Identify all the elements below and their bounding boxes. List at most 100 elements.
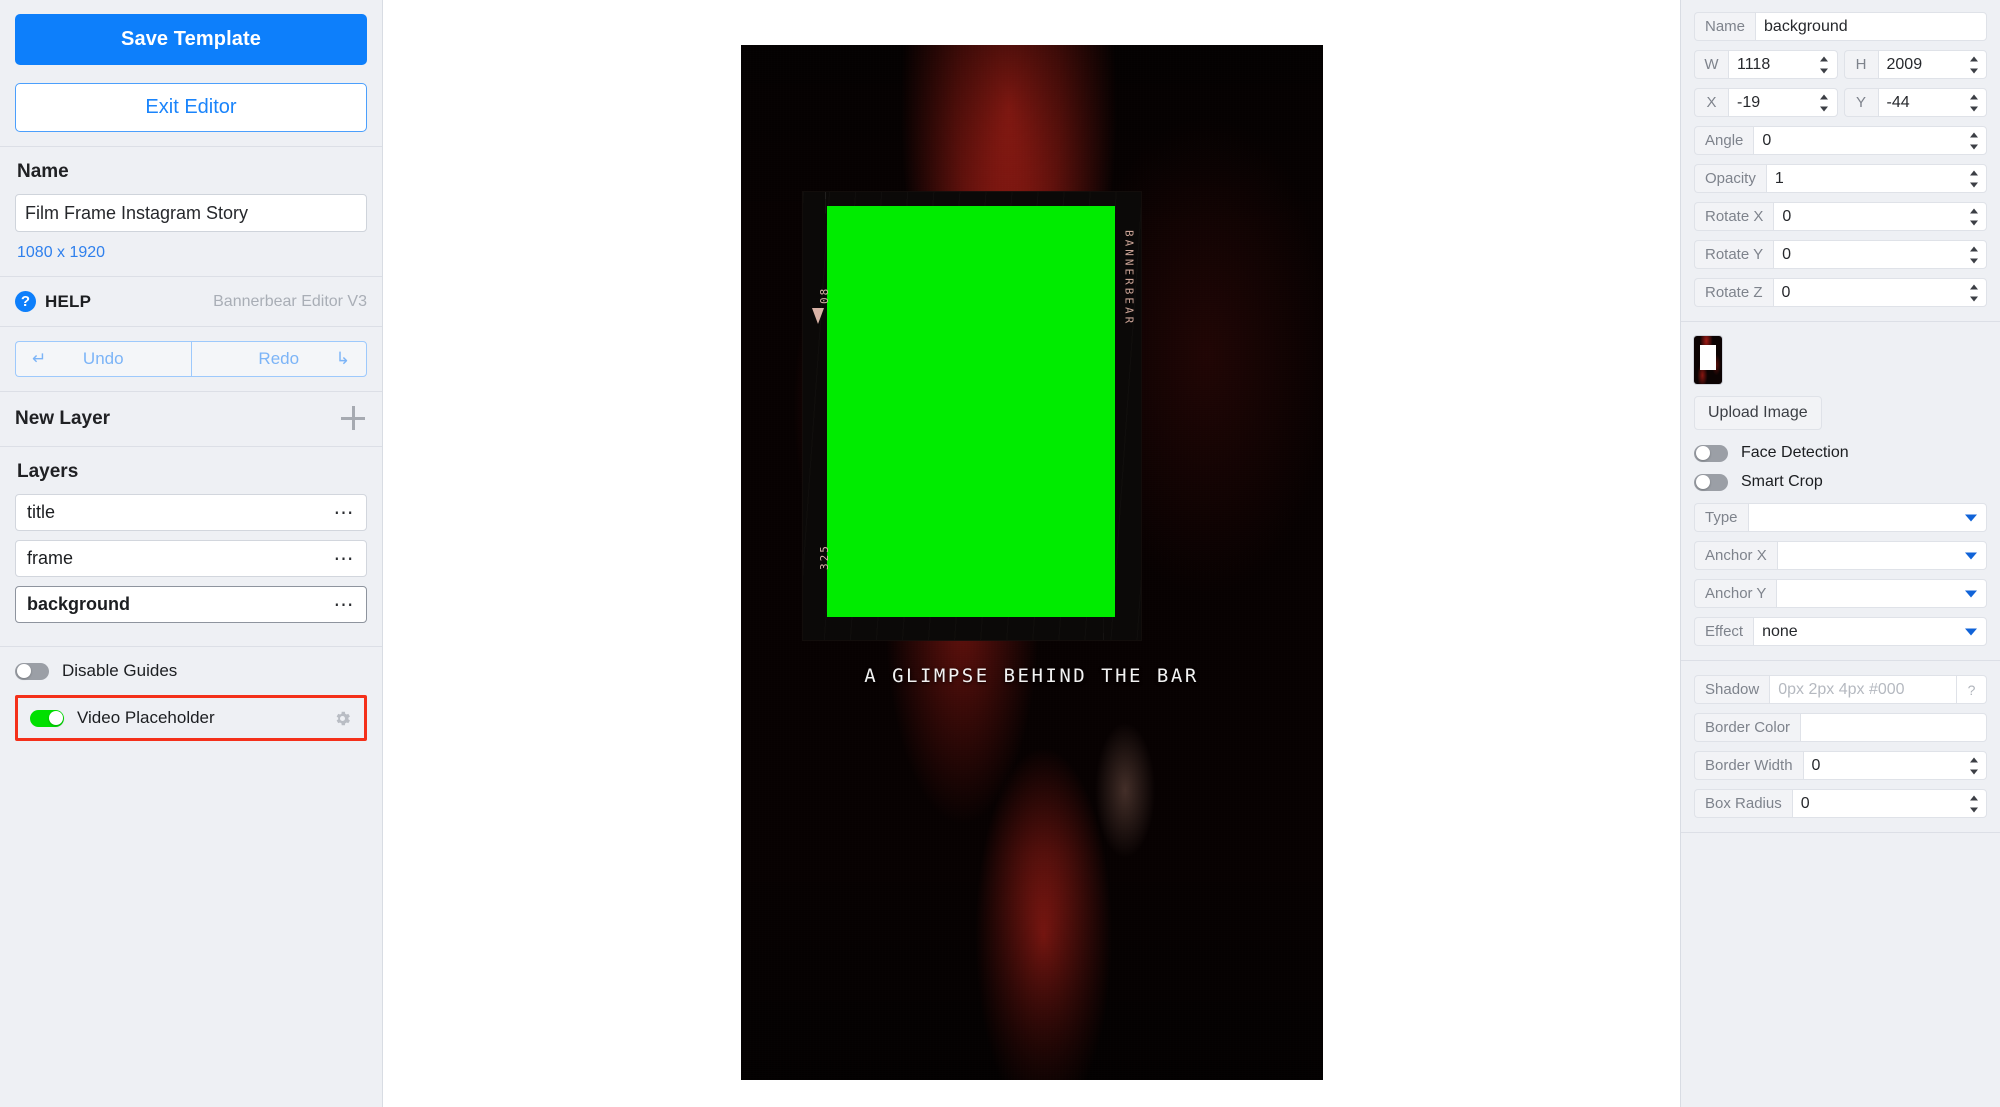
width-input[interactable]: 1118: [1728, 50, 1838, 79]
shadow-label: Shadow: [1694, 675, 1770, 704]
frame-layer[interactable]: 08 325 BANNERBEAR: [802, 192, 1141, 640]
chevron-down-icon[interactable]: [1965, 514, 1977, 521]
effect-select[interactable]: none: [1753, 617, 1987, 646]
video-placeholder-highlight: Video Placeholder: [15, 695, 367, 741]
video-placeholder-fill[interactable]: [826, 206, 1115, 617]
width-label: W: [1694, 50, 1728, 79]
help-question-icon: ?: [15, 291, 36, 312]
width-stepper[interactable]: [1819, 56, 1830, 73]
border-width-stepper[interactable]: [1968, 757, 1979, 774]
box-radius-input[interactable]: 0: [1791, 789, 1987, 818]
canvas-area[interactable]: 08 325 BANNERBEAR A GLIMPSE BEHIND THE B…: [383, 0, 1680, 1107]
chevron-down-icon[interactable]: [1965, 552, 1977, 559]
actions-section: Save Template Exit Editor: [0, 0, 382, 147]
video-placeholder-toggle[interactable]: [30, 709, 64, 727]
anchor-x-property-row: Anchor X: [1694, 541, 1987, 570]
undo-arrow-icon: ↵: [32, 349, 47, 368]
title-layer-caption[interactable]: A GLIMPSE BEHIND THE BAR: [741, 665, 1323, 687]
film-marker-triangle-icon: [811, 308, 824, 324]
ellipsis-icon[interactable]: ⋯: [334, 549, 356, 569]
disable-guides-toggle[interactable]: [15, 662, 49, 680]
rotate-x-stepper[interactable]: [1968, 208, 1979, 225]
y-label: Y: [1843, 88, 1878, 117]
upload-image-button[interactable]: Upload Image: [1694, 396, 1822, 430]
help-section: ? HELP Bannerbear Editor V3: [0, 277, 382, 327]
undo-label: Undo: [82, 349, 124, 368]
template-name-section: Name 1080 x 1920: [0, 147, 382, 277]
chevron-down-icon[interactable]: [1965, 628, 1977, 635]
dimensions-link[interactable]: 1080 x 1920: [17, 244, 367, 262]
redo-label: Redo: [258, 349, 300, 368]
undo-button[interactable]: ↵ Undo: [15, 341, 191, 377]
shadow-input[interactable]: 0px 2px 4px #000: [1769, 675, 1957, 704]
help-label[interactable]: HELP: [45, 292, 91, 312]
anchor-x-select[interactable]: [1776, 541, 1987, 570]
border-color-label: Border Color: [1694, 713, 1801, 742]
opacity-value: 1: [1774, 169, 1784, 187]
face-detection-row: Face Detection: [1694, 444, 1987, 462]
ellipsis-icon[interactable]: ⋯: [334, 595, 356, 615]
disable-guides-row: Disable Guides: [15, 661, 367, 681]
anchor-y-select[interactable]: [1776, 579, 1987, 608]
smart-crop-row: Smart Crop: [1694, 473, 1987, 491]
question-circle-icon[interactable]: ?: [1957, 675, 1987, 704]
smart-crop-toggle[interactable]: [1694, 473, 1728, 491]
position-property-row: X -19 Y -44: [1694, 88, 1987, 117]
plus-icon[interactable]: [341, 406, 367, 432]
rotate-z-value: 0: [1781, 283, 1791, 301]
opacity-input[interactable]: 1: [1765, 164, 1987, 193]
height-value: 2009: [1886, 55, 1923, 73]
chevron-down-icon[interactable]: [1965, 590, 1977, 597]
history-section: ↵ Undo Redo ↳: [0, 327, 382, 392]
height-stepper[interactable]: [1968, 56, 1979, 73]
border-color-property-row: Border Color: [1694, 713, 1987, 742]
rotate-y-stepper[interactable]: [1968, 246, 1979, 263]
rotate-x-property-row: Rotate X 0: [1694, 202, 1987, 231]
rotate-z-input[interactable]: 0: [1772, 278, 1987, 307]
shadow-property-row: Shadow 0px 2px 4px #000 ?: [1694, 675, 1987, 704]
template-name-input[interactable]: [15, 194, 367, 232]
redo-button[interactable]: Redo ↳: [190, 341, 367, 377]
rotate-z-stepper[interactable]: [1968, 284, 1979, 301]
face-detection-toggle[interactable]: [1694, 444, 1728, 462]
x-stepper[interactable]: [1819, 94, 1830, 111]
type-label: Type: [1694, 503, 1748, 532]
panel-divider: [1681, 321, 2000, 322]
border-width-input[interactable]: 0: [1802, 751, 1987, 780]
ellipsis-icon[interactable]: ⋯: [334, 503, 356, 523]
layer-row-title[interactable]: title ⋯: [15, 494, 367, 531]
opacity-stepper[interactable]: [1968, 170, 1979, 187]
save-template-button[interactable]: Save Template: [15, 14, 367, 65]
rotate-y-input[interactable]: 0: [1773, 240, 1987, 269]
video-placeholder-label: Video Placeholder: [77, 708, 215, 727]
border-color-input[interactable]: [1800, 713, 1987, 742]
angle-stepper[interactable]: [1968, 132, 1979, 149]
layer-image-thumbnail[interactable]: [1694, 336, 1722, 384]
name-property-input[interactable]: background: [1755, 12, 1987, 41]
type-select[interactable]: [1747, 503, 1987, 532]
editor-version-label: Bannerbear Editor V3: [213, 292, 367, 310]
effect-label: Effect: [1694, 617, 1754, 646]
y-stepper[interactable]: [1968, 94, 1979, 111]
disable-guides-label: Disable Guides: [62, 661, 178, 680]
height-input[interactable]: 2009: [1877, 50, 1987, 79]
name-property-label: Name: [1694, 12, 1756, 41]
layer-name: background: [27, 594, 131, 614]
angle-input[interactable]: 0: [1753, 126, 1987, 155]
artboard[interactable]: 08 325 BANNERBEAR A GLIMPSE BEHIND THE B…: [740, 45, 1323, 1080]
layers-section: Layers title ⋯ frame ⋯ background ⋯: [0, 447, 382, 647]
smart-crop-label: Smart Crop: [1741, 473, 1823, 490]
gear-icon[interactable]: [333, 709, 352, 728]
layer-row-frame[interactable]: frame ⋯: [15, 540, 367, 577]
x-input[interactable]: -19: [1728, 88, 1838, 117]
opacity-property-row: Opacity 1: [1694, 164, 1987, 193]
y-input[interactable]: -44: [1877, 88, 1987, 117]
layers-heading: Layers: [17, 461, 79, 482]
exit-editor-button[interactable]: Exit Editor: [15, 83, 367, 132]
box-radius-label: Box Radius: [1694, 789, 1792, 818]
box-radius-stepper[interactable]: [1968, 795, 1979, 812]
size-property-row: W 1118 H 2009: [1694, 50, 1987, 79]
layer-row-background[interactable]: background ⋯: [15, 586, 367, 623]
properties-panel: Name background W 1118 H 2009 X -19 Y -4…: [1680, 0, 2000, 1107]
rotate-x-input[interactable]: 0: [1773, 202, 1987, 231]
